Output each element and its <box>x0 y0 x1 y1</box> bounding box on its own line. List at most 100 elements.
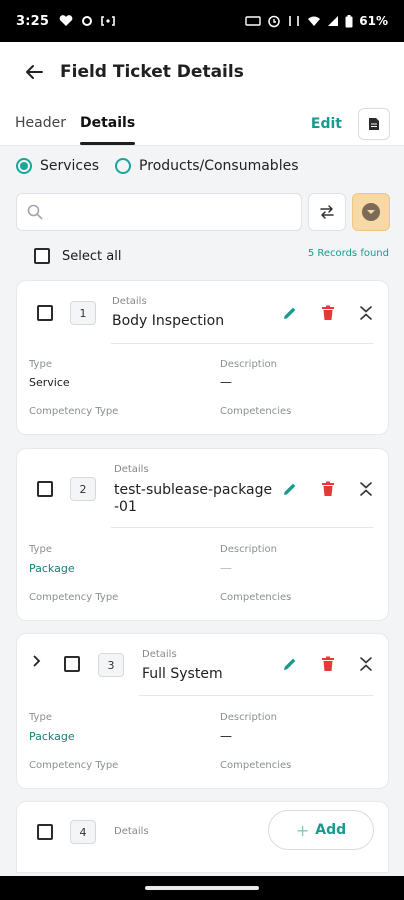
back-button[interactable] <box>20 58 48 86</box>
signal-icon <box>328 16 339 26</box>
back-arrow-icon <box>26 65 43 79</box>
select-all-label[interactable]: Select all <box>62 249 121 264</box>
edit-pencil-icon <box>284 307 296 319</box>
trash-icon <box>322 481 334 496</box>
tab-bar: Header Details Edit <box>0 102 404 146</box>
status-system-icons: 61% <box>245 14 388 28</box>
status-bar: 3:25 61% <box>0 0 404 42</box>
item-card-3: 3 Details Full System Type Package Descr… <box>16 633 389 789</box>
type-value: Package <box>29 730 75 743</box>
plus-icon: + <box>295 820 310 840</box>
alarm-icon <box>268 15 281 28</box>
delete-item-button[interactable] <box>316 301 340 325</box>
collapse-button[interactable] <box>354 301 378 325</box>
details-label: Details <box>142 649 177 660</box>
collapse-icon <box>360 657 372 671</box>
competency-type-label: Competency Type <box>29 406 119 417</box>
edit-item-button[interactable] <box>278 477 302 501</box>
delete-item-button[interactable] <box>316 652 340 676</box>
item-number: 1 <box>70 301 96 325</box>
edit-item-button[interactable] <box>278 652 302 676</box>
item-name: Body Inspection <box>112 313 225 329</box>
swap-button[interactable] <box>308 193 346 231</box>
type-value: Package <box>29 562 75 575</box>
notification-bracket-icon <box>101 16 115 26</box>
item-checkbox[interactable] <box>37 305 53 321</box>
description-value: — <box>220 561 232 575</box>
battery-icon <box>345 14 353 27</box>
document-button[interactable] <box>358 108 390 140</box>
home-gesture-handle[interactable] <box>145 886 259 890</box>
search-icon <box>27 204 43 220</box>
services-radio[interactable] <box>16 158 32 174</box>
search-box <box>16 193 302 231</box>
item-checkbox[interactable] <box>64 656 80 672</box>
collapse-icon <box>360 306 372 320</box>
collapse-icon <box>360 482 372 496</box>
details-label: Details <box>114 464 149 475</box>
tab-details[interactable]: Details <box>79 115 136 145</box>
select-all-row: Select all <box>34 248 121 264</box>
records-count: 5 Records found <box>307 248 389 259</box>
item-card-1: 1 Details Body Inspection Type Service D… <box>16 280 389 435</box>
volte-icon <box>245 16 261 26</box>
app-bar: Field Ticket Details <box>0 42 404 102</box>
card-divider <box>111 343 374 344</box>
item-number: 4 <box>70 820 96 844</box>
edit-button[interactable]: Edit <box>311 116 342 132</box>
item-name-line2: -01 <box>114 499 137 515</box>
collapse-button[interactable] <box>354 652 378 676</box>
search-input[interactable] <box>51 204 281 220</box>
competencies-label: Competencies <box>220 592 292 603</box>
data-icon <box>289 16 300 26</box>
type-label: Type <box>29 712 52 723</box>
wifi-off-icon <box>308 16 321 26</box>
description-label: Description <box>220 544 277 555</box>
filter-icon <box>362 203 380 221</box>
item-number: 3 <box>98 653 124 677</box>
edit-pencil-icon <box>284 483 296 495</box>
add-button[interactable]: + Add <box>268 810 374 850</box>
competencies-label: Competencies <box>220 406 292 417</box>
card-divider <box>139 695 374 696</box>
filter-button[interactable] <box>352 193 390 231</box>
trash-icon <box>322 305 334 320</box>
system-nav-bar <box>0 876 404 900</box>
tab-header[interactable]: Header <box>15 115 66 145</box>
document-icon <box>369 118 379 130</box>
type-label: Type <box>29 544 52 555</box>
competency-type-label: Competency Type <box>29 760 119 771</box>
services-radio-label[interactable]: Services <box>40 158 99 174</box>
products-radio[interactable] <box>115 158 132 174</box>
notification-heart-icon <box>59 15 73 26</box>
trash-icon <box>322 656 334 671</box>
type-label: Type <box>29 359 52 370</box>
description-value: — <box>220 375 232 389</box>
item-name-line1: test-sublease-package <box>114 482 273 498</box>
expand-chevron-right-icon[interactable] <box>32 655 42 671</box>
page-title: Field Ticket Details <box>60 62 244 82</box>
chevron-right-icon <box>33 655 41 667</box>
collapse-button[interactable] <box>354 477 378 501</box>
edit-pencil-icon <box>284 658 296 670</box>
item-card-4: 4 Details + Add <box>16 801 389 873</box>
swap-icon <box>320 205 334 219</box>
edit-item-button[interactable] <box>278 301 302 325</box>
item-checkbox[interactable] <box>37 824 53 840</box>
description-label: Description <box>220 359 277 370</box>
products-radio-label[interactable]: Products/Consumables <box>139 158 298 174</box>
item-card-2: 2 Details test-sublease-package -01 Type… <box>16 448 389 621</box>
description-value: — <box>220 729 232 743</box>
details-label: Details <box>114 826 149 837</box>
status-time: 3:25 <box>16 13 50 29</box>
item-checkbox[interactable] <box>37 481 53 497</box>
delete-item-button[interactable] <box>316 477 340 501</box>
details-label: Details <box>112 296 147 307</box>
type-value: Service <box>29 376 70 389</box>
competency-type-label: Competency Type <box>29 592 119 603</box>
item-type-radio-group: Services Products/Consumables <box>16 158 307 174</box>
battery-percent: 61% <box>359 14 388 28</box>
select-all-checkbox[interactable] <box>34 248 50 264</box>
notification-circle-icon <box>82 16 93 26</box>
description-label: Description <box>220 712 277 723</box>
